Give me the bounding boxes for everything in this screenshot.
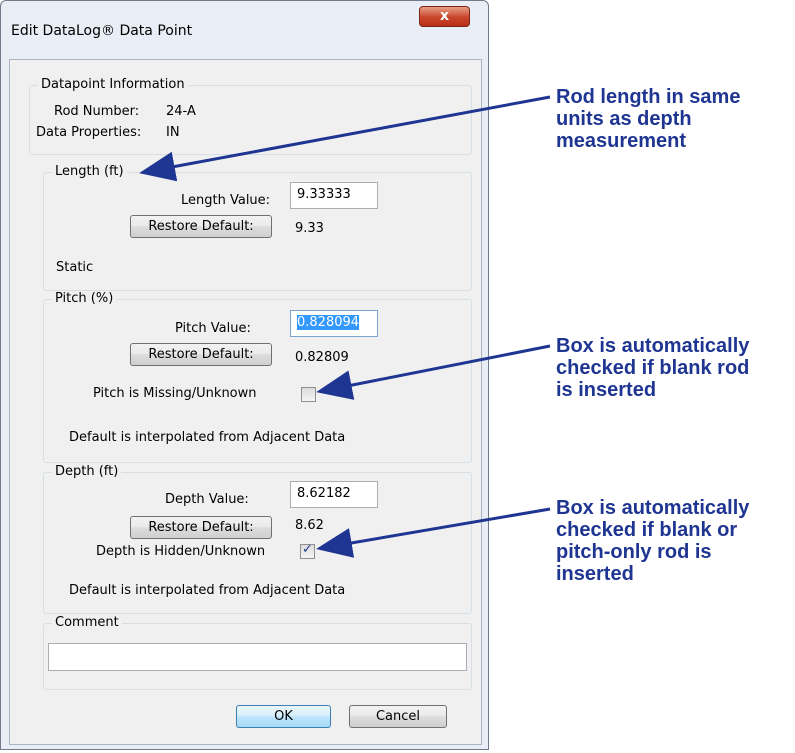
annotation-pitch-box: Box is automatically checked if blank ro… (556, 335, 749, 401)
arrow-to-length-legend (139, 95, 551, 182)
annotation-line: checked if blank rod (556, 357, 750, 379)
annotation-depth-box: Box is automatically checked if blank or… (556, 497, 749, 585)
annotation-line: Box is automatically (556, 335, 750, 357)
annotation-line: checked if blank or (556, 519, 738, 541)
annotation-line: pitch-only rod is (556, 541, 712, 563)
annotation-line: measurement (556, 130, 687, 152)
annotation-line: inserted (556, 563, 634, 585)
annotation-line: units as depth (556, 108, 692, 130)
annotation-line: Box is automatically (556, 497, 750, 519)
annotation-rod-length: Rod length in same units as depth measur… (556, 86, 740, 152)
annotation-line: is inserted (556, 379, 657, 401)
arrow-to-pitch-checkbox (316, 344, 551, 400)
arrow-to-depth-checkbox (316, 507, 551, 558)
annotation-line: Rod length in same (556, 86, 741, 108)
